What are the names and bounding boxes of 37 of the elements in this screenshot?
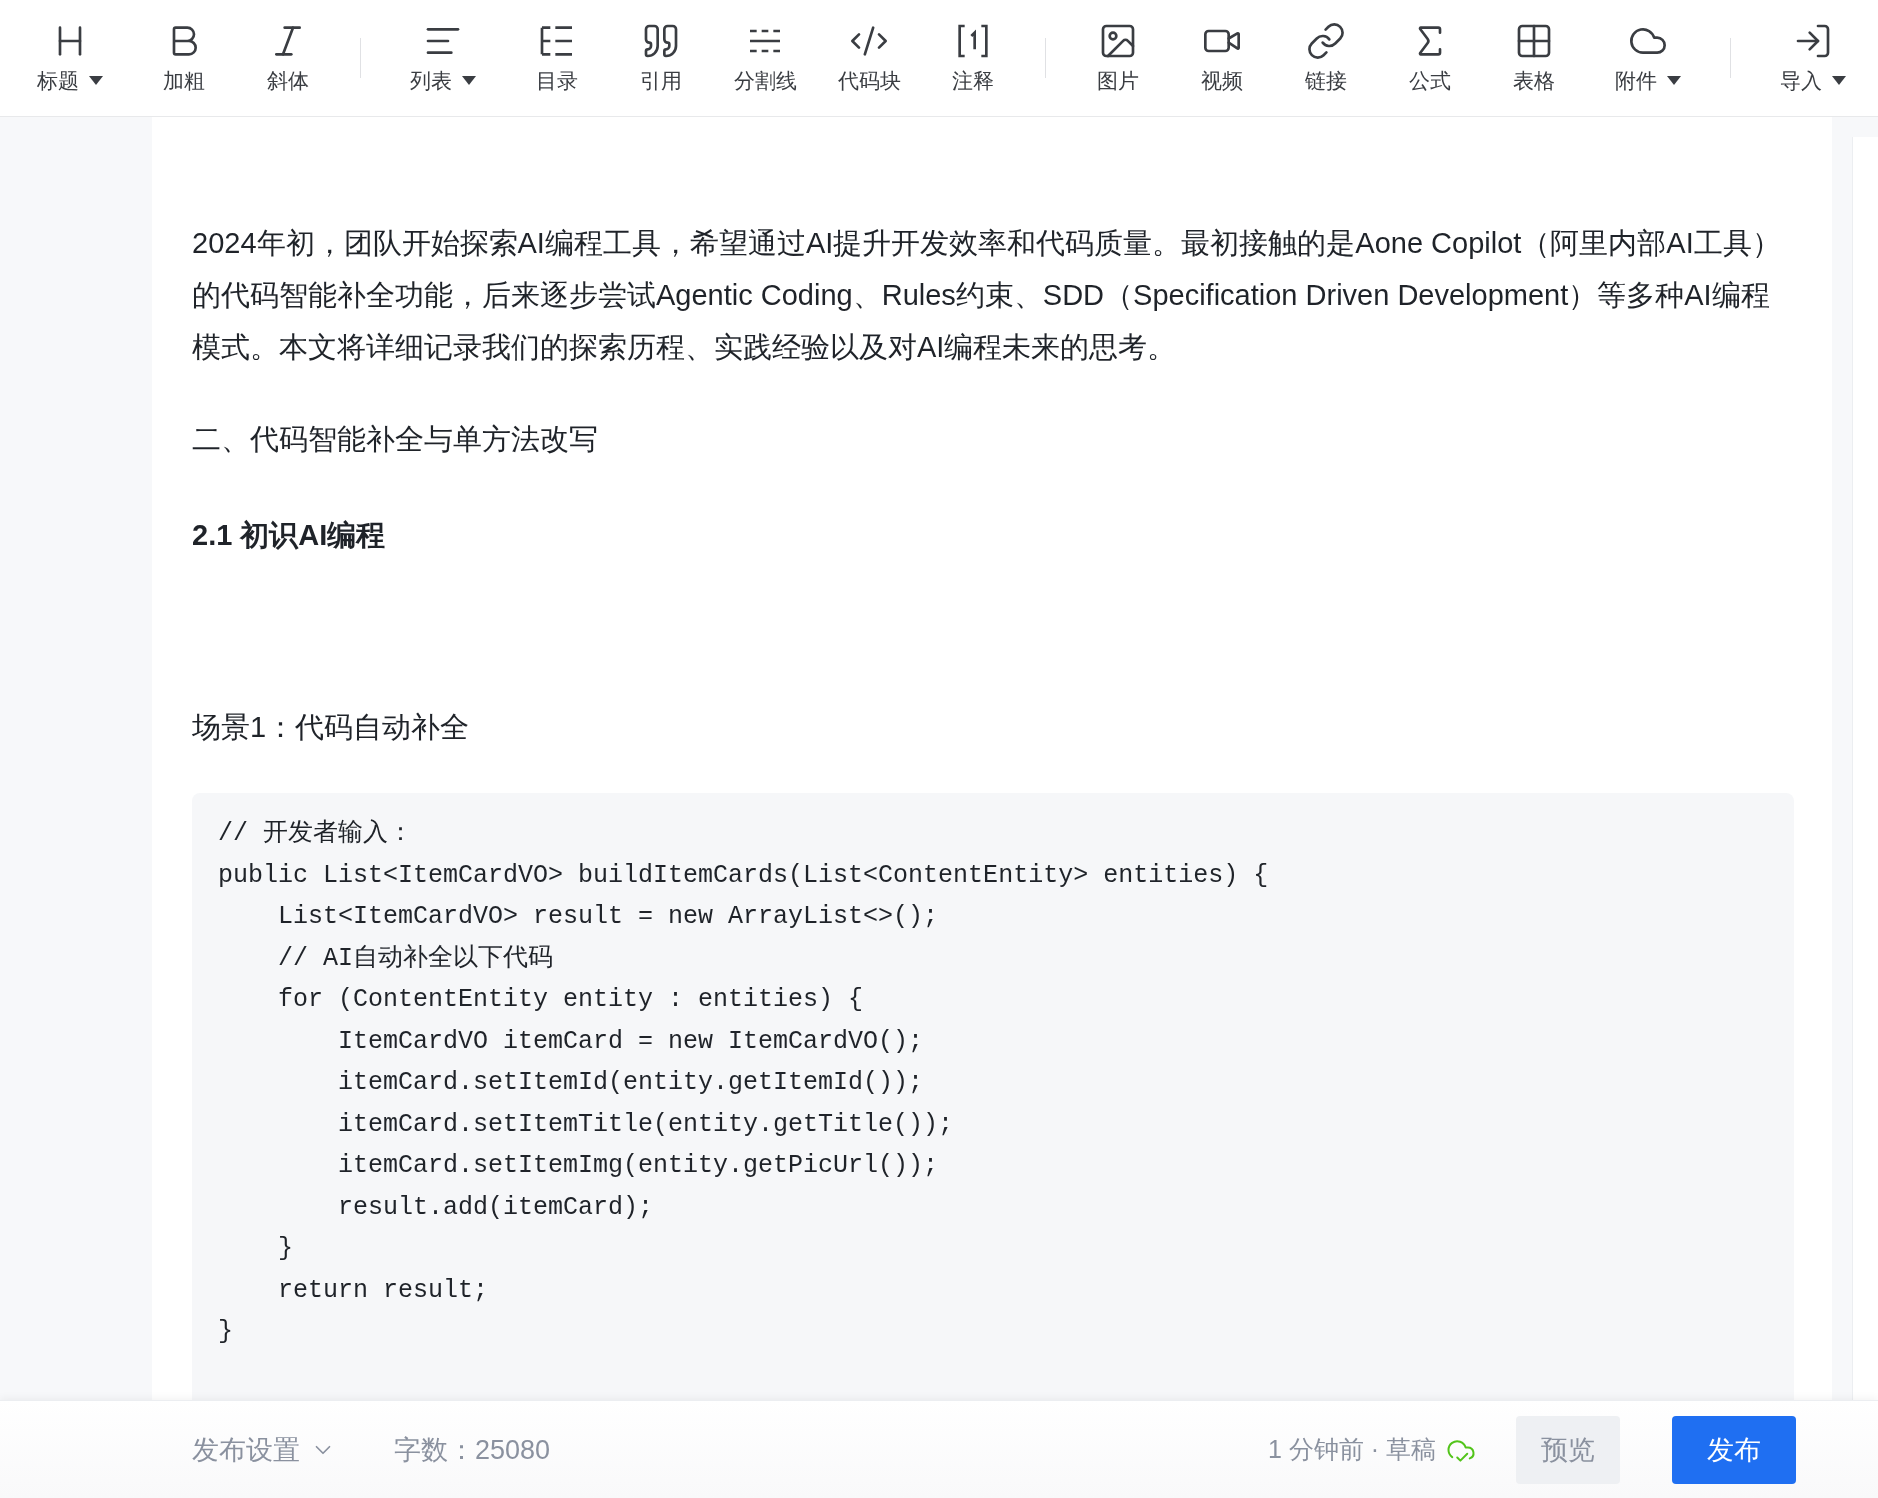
code-line: result.add(itemCard);	[337, 1191, 655, 1224]
toolbar-button[interactable]: 斜体	[236, 21, 340, 95]
toolbar-button[interactable]: 分割线	[713, 21, 817, 95]
code-line: }	[277, 1233, 294, 1265]
toolbar-button[interactable]: 代码块	[817, 21, 921, 95]
toolbar-button[interactable]: 链接	[1274, 21, 1378, 95]
toolbar-button[interactable]: 加粗	[132, 21, 236, 95]
toolbar-button[interactable]: 目录	[505, 21, 609, 95]
section-heading: 二、代码智能补全与单方法改写	[192, 422, 599, 457]
code-line: return result;	[277, 1274, 490, 1307]
code-line: // AI自动补全以下代码	[277, 942, 555, 975]
paragraph: 场景1：代码自动补全	[192, 710, 471, 745]
code-line: itemCard.setItemId(entity.getItemId());	[337, 1067, 925, 1099]
toolbar-button[interactable]: 视频	[1170, 21, 1274, 95]
paragraph: 2024年初，团队开始探索AI编程工具，希望通过AI提升开发效率和代码质量。最初接触的是Aone Copilot（阿里内部AI工具）的代码智能补全功能，后来逐步尝试Agentic Coding、Rules约束、SDD（Specification Driven Development）等多种AI编程模式。本文将详细记录我们的探索历程、实践经验以及对AI编程未来的思考。	[192, 226, 1782, 365]
code-line: // 开发者输入：	[218, 818, 414, 850]
toolbar-button[interactable]: 列表	[381, 21, 505, 95]
word-count: 字数：25080	[394, 1433, 551, 1467]
code-line: itemCard.setItemImg(entity.getPicUrl());	[337, 1150, 940, 1182]
toolbar-button[interactable]: 附件	[1586, 21, 1710, 95]
subsection-heading: 2.1 初识AI编程	[192, 518, 387, 553]
link-icon	[1306, 21, 1346, 61]
toolbar-button[interactable]: 注释	[921, 21, 1025, 95]
code-line: }	[218, 1316, 234, 1348]
code-line: for (ContentEntity entity : entities) {	[277, 984, 865, 1016]
toolbar-button[interactable]: 导入	[1751, 21, 1875, 95]
save-status: 1 分钟前 · 草稿	[1267, 1434, 1436, 1465]
toolbar-button[interactable]: 引用	[609, 21, 713, 95]
code-line: ItemCardVO itemCard = new ItemCardVO();	[337, 1025, 925, 1058]
toolbar-button[interactable]: 表格	[1482, 21, 1586, 95]
code-line: itemCard.setItemTitle(entity.getTitle());	[337, 1108, 955, 1141]
publish-button[interactable]: 发布	[1672, 1415, 1796, 1484]
code-line: List<ItemCardVO> result = new ArrayList<>();	[277, 901, 940, 933]
toolbar-button[interactable]: 标题	[8, 21, 132, 95]
code-line: public List<ItemCardVO> buildItemCards(List<ContentEntity> entities) {	[218, 859, 1270, 892]
toolbar-button[interactable]: 图片	[1066, 21, 1170, 95]
toolbar-button[interactable]: 公式	[1378, 21, 1482, 95]
